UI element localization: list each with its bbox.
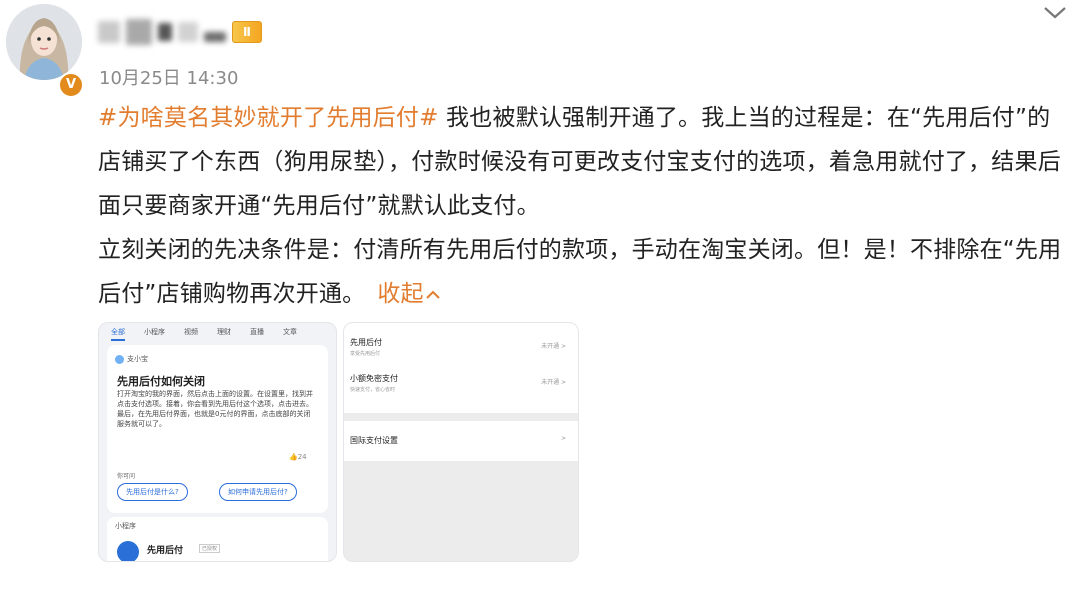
search-tabs: 全部 小程序 视频 理财 直播 文章: [99, 323, 336, 341]
username-mosaic: [158, 23, 172, 41]
answer-title: 先用后付如何关闭: [117, 375, 205, 388]
hashtag-link[interactable]: #为啥莫名其妙就开了先用后付#: [98, 105, 439, 131]
post-paragraph-2: 立刻关闭的先决条件是：付清所有先用后付的款项，手动在淘宝关闭。但！是！不排除在“…: [98, 228, 1073, 316]
post-text-2: 立刻关闭的先决条件是：付清所有先用后付的款项，手动在淘宝关闭。但！是！不排除在“…: [98, 237, 1062, 307]
miniapp-badge: 已授权: [199, 544, 221, 553]
avatar-portrait: [6, 4, 82, 80]
username-mosaic: [126, 19, 152, 45]
row-subtitle: 快速支付，省心省时: [350, 387, 396, 393]
verified-badge-icon: V: [58, 72, 84, 98]
row-title: 先用后付: [350, 338, 382, 347]
assistant-name: 支小宝: [127, 355, 148, 363]
tab-miniapp: 小程序: [144, 328, 165, 336]
suggestion-pill: 如何申请先用后付?: [219, 483, 297, 501]
answer-body: 打开淘宝的我的界面，然后点击上面的设置。在设置里，找到并点击支付选项。接着，你会…: [117, 390, 313, 428]
settings-row: 先用后付 享受先用后付 未开通 >: [350, 333, 572, 363]
row-status: 未开通 >: [541, 343, 566, 350]
level-badge-icon: Ⅱ: [232, 21, 262, 43]
miniapp-icon: [117, 541, 139, 561]
row-status: 未开通 >: [541, 379, 566, 386]
settings-row: 小额免密支付 快速支付，省心省时 未开通 >: [350, 369, 572, 399]
chevron-down-icon[interactable]: [1040, 2, 1070, 22]
like-count: 👍24: [289, 453, 307, 461]
row-title: 国际支付设置: [350, 436, 398, 445]
related-label: 你可问: [117, 473, 136, 480]
tab-live: 直播: [250, 328, 264, 336]
row-arrow: >: [560, 435, 566, 442]
thumb-up-icon: 👍: [289, 453, 298, 461]
image-thumbnail-settings[interactable]: 先用后付 享受先用后付 未开通 > 小额免密支付 快速支付，省心省时 未开通 >…: [343, 322, 579, 562]
row-title: 小额免密支付: [350, 374, 398, 383]
row-subtitle: 享受先用后付: [350, 351, 381, 357]
username-mosaic: [204, 32, 226, 42]
post-paragraph-1: #为啥莫名其妙就开了先用后付# 我也被默认强制开通了。我上当的过程是：在“先用后…: [98, 96, 1073, 228]
tab-article: 文章: [283, 328, 297, 336]
tab-all: 全部: [111, 327, 125, 341]
collapse-button[interactable]: 收起: [377, 281, 441, 307]
payment-settings-group: 先用后付 享受先用后付 未开通 > 小额免密支付 快速支付，省心省时 未开通 >: [344, 323, 578, 413]
assistant-icon: [115, 354, 124, 364]
settings-row: 国际支付设置 >: [350, 427, 572, 457]
tab-video: 视频: [184, 328, 198, 336]
username-mosaic: [178, 22, 198, 42]
avatar[interactable]: [6, 4, 82, 80]
image-thumbnail-search[interactable]: 全部 小程序 视频 理财 直播 文章 支小宝 先用后付如何关闭 打开淘宝的我的界…: [98, 322, 337, 562]
username[interactable]: Ⅱ: [98, 14, 262, 50]
miniapp-card: 小程序 先用后付 已授权: [107, 517, 328, 561]
username-mosaic: [98, 21, 120, 43]
answer-card: 支小宝 先用后付如何关闭 打开淘宝的我的界面，然后点击上面的设置。在设置里，找到…: [107, 345, 328, 513]
miniapp-title: 先用后付: [147, 546, 184, 556]
intl-settings-group: 国际支付设置 >: [344, 421, 578, 461]
miniapp-label: 小程序: [115, 522, 136, 530]
post-text: #为啥莫名其妙就开了先用后付# 我也被默认强制开通了。我上当的过程是：在“先用后…: [98, 96, 1073, 316]
collapse-label: 收起: [377, 281, 424, 307]
like-number: 24: [297, 453, 307, 461]
tab-finance: 理财: [217, 328, 231, 336]
post-timestamp[interactable]: 10月25日 14:30: [99, 64, 238, 90]
chevron-up-icon: [426, 290, 440, 299]
suggestion-pill: 先用后付是什么?: [117, 483, 188, 501]
assistant-label: 支小宝: [115, 354, 148, 364]
